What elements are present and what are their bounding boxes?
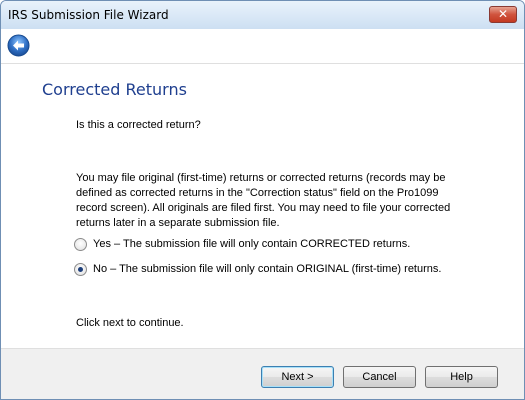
close-button[interactable]: ✕ bbox=[489, 6, 517, 23]
radio-yes-button[interactable] bbox=[74, 237, 87, 251]
window-title: IRS Submission File Wizard bbox=[8, 8, 169, 22]
help-button[interactable]: Help bbox=[425, 366, 498, 388]
back-button[interactable] bbox=[7, 34, 30, 57]
cancel-button[interactable]: Cancel bbox=[343, 366, 416, 388]
wizard-window: IRS Submission File Wizard ✕ Corrected R… bbox=[0, 0, 525, 400]
radio-option-yes[interactable]: Yes – The submission file will only cont… bbox=[74, 236, 410, 252]
radio-option-no[interactable]: No – The submission file will only conta… bbox=[74, 261, 441, 277]
radio-no-label[interactable]: No – The submission file will only conta… bbox=[93, 263, 441, 275]
back-arrow-icon bbox=[7, 34, 30, 57]
continue-instruction: Click next to continue. bbox=[76, 317, 184, 329]
question-text: Is this a corrected return? bbox=[76, 119, 201, 131]
page-title: Corrected Returns bbox=[42, 80, 187, 99]
button-footer: Next > Cancel Help bbox=[1, 348, 524, 399]
radio-yes-label[interactable]: Yes – The submission file will only cont… bbox=[93, 238, 410, 250]
radio-no-button[interactable] bbox=[74, 262, 87, 276]
header-separator bbox=[1, 63, 524, 64]
explanation-text: You may file original (first-time) retur… bbox=[76, 172, 451, 229]
title-bar[interactable]: IRS Submission File Wizard ✕ bbox=[1, 1, 524, 29]
next-button[interactable]: Next > bbox=[261, 366, 334, 388]
